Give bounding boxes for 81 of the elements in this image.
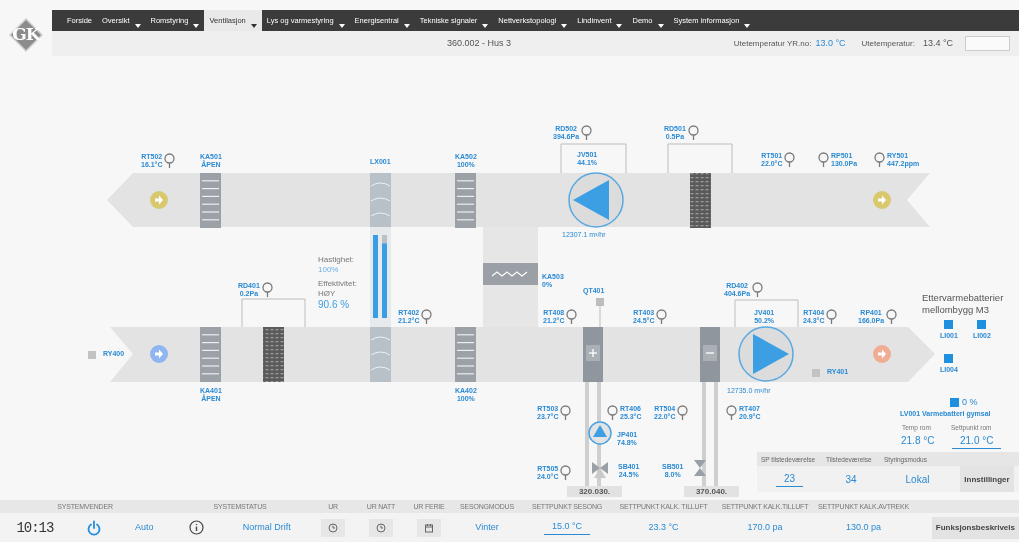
damper	[200, 327, 221, 382]
sensor-bracket	[667, 143, 733, 174]
sensor-pin-icon	[560, 465, 572, 480]
logo-text: GK	[12, 24, 40, 44]
heating-coil	[583, 327, 603, 382]
clock-icon	[376, 522, 386, 533]
speed-label: Hastighet:	[318, 255, 356, 265]
sensor-bracket	[560, 143, 627, 174]
sensor-pin-icon	[656, 309, 668, 324]
table-cell-text: 34	[845, 472, 857, 487]
efficiency-value: 90.6 %	[318, 299, 351, 312]
temperature-label: Utetemperatur YR.no:	[733, 37, 812, 50]
setpoint-field[interactable]: 21.0 °C	[952, 433, 1002, 449]
status-value: Normal Drift	[242, 520, 291, 534]
sensor-pin-icon	[752, 282, 764, 297]
indicator-icon	[812, 369, 820, 377]
valve-status-icon	[950, 398, 959, 408]
status-value: Auto	[135, 520, 154, 534]
status-value: Vinter	[475, 520, 499, 534]
readout-box: 370.040.	[684, 486, 739, 497]
sensor-pin-icon	[421, 309, 433, 324]
calendar-button[interactable]	[417, 518, 441, 537]
status-value: 130.0 pa	[845, 520, 881, 534]
valve-icon	[592, 462, 608, 478]
status-value: 170.0 pa	[747, 520, 783, 534]
sensor-bracket	[241, 298, 306, 328]
valve-icon	[694, 460, 706, 476]
efficiency-mode: HØY	[318, 289, 337, 299]
sensor-pin-icon	[607, 405, 618, 420]
sensor-pin-icon	[581, 125, 593, 140]
description-button[interactable]: Funksjonsbeskrivels	[931, 516, 1019, 539]
damper	[455, 327, 476, 382]
sensor-pin-icon	[677, 405, 689, 420]
efficiency-label: Effektivitet:	[318, 279, 357, 289]
quality-sensor-icon	[596, 298, 604, 328]
clock-button[interactable]	[321, 518, 345, 537]
speed-value: 100%	[318, 265, 340, 275]
valve-value: 0 %	[962, 396, 978, 409]
sensor-pin-icon	[726, 405, 737, 420]
sensor-pin-icon	[560, 405, 572, 420]
filter	[263, 327, 284, 382]
info-icon[interactable]	[189, 520, 205, 535]
sensor-pin-icon	[261, 282, 273, 297]
sensor-pin-icon	[874, 152, 885, 167]
temperature-value: 21.8 °C	[901, 434, 935, 448]
heater-status-icon	[977, 320, 987, 329]
input-field[interactable]	[965, 36, 1010, 51]
temperature-label: Utetemperatur:	[861, 37, 915, 50]
temperature-value: 13.4 °C	[922, 36, 953, 50]
table-cell-text: Lokal	[905, 472, 930, 487]
sensor-pin-icon	[886, 309, 898, 324]
indicator-icon	[88, 351, 96, 359]
readout-box: 320.030.	[567, 486, 622, 497]
sensor-pin-icon	[164, 153, 176, 168]
heater-status-icon	[944, 354, 954, 363]
heater-status-icon	[944, 320, 954, 329]
sensor-pin-icon	[818, 152, 829, 167]
cooling-coil	[700, 327, 720, 382]
temperature-value: 13.0 °C	[815, 36, 846, 50]
clock-icon	[328, 522, 338, 533]
fan	[568, 172, 624, 228]
sensor-bracket	[734, 299, 799, 328]
pump-icon	[588, 421, 612, 445]
sensor-pin-icon	[826, 309, 838, 324]
fan	[738, 326, 794, 382]
calendar-icon	[424, 522, 434, 533]
filter	[690, 173, 711, 228]
status-value: 23.3 °C	[648, 520, 679, 534]
location-title: 360.002 - Hus 3	[447, 36, 512, 50]
bypass-damper	[483, 263, 538, 285]
sensor-pin-icon	[566, 309, 578, 324]
clock-display: 10:13	[16, 519, 54, 536]
sensor-pin-icon	[784, 152, 796, 167]
settings-button[interactable]: Innstillinger	[960, 466, 1014, 492]
damper	[200, 173, 221, 228]
panel-title: Ettervarmebatterier mellombygg M3	[922, 292, 1005, 316]
power-icon[interactable]	[86, 519, 103, 536]
clock-button[interactable]	[369, 518, 393, 537]
damper	[455, 173, 476, 228]
logo-diamond-icon	[9, 18, 43, 52]
sensor-pin-icon	[687, 125, 699, 140]
